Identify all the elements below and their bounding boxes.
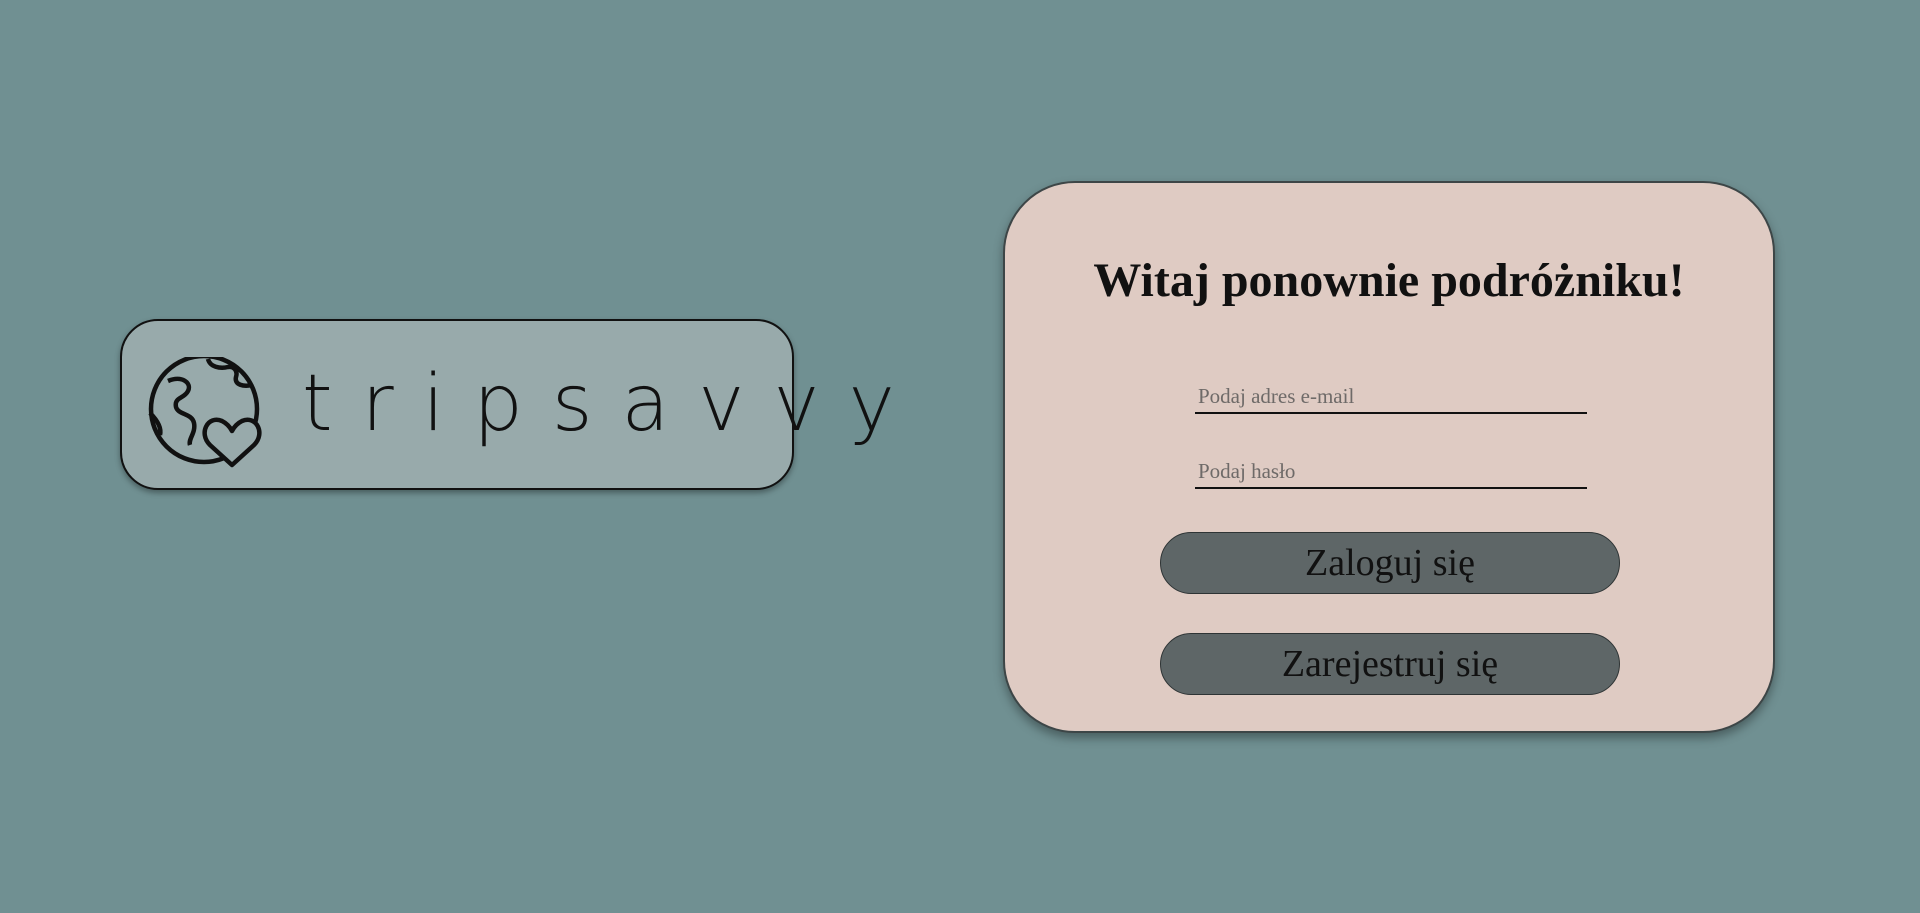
email-field[interactable] [1195,380,1587,414]
logo-box: tripsavvy [120,319,895,490]
register-button[interactable]: Zarejestruj się [1160,633,1620,695]
page-title: Witaj ponownie podróżniku! [1093,254,1685,307]
globe-heart-icon [148,357,262,468]
login-button[interactable]: Zaloguj się [1160,532,1620,594]
password-field[interactable] [1195,455,1587,489]
brand-name: tripsavvy [302,359,924,449]
login-card: Witaj ponownie podróżniku! Zaloguj się Z… [1003,181,1775,733]
